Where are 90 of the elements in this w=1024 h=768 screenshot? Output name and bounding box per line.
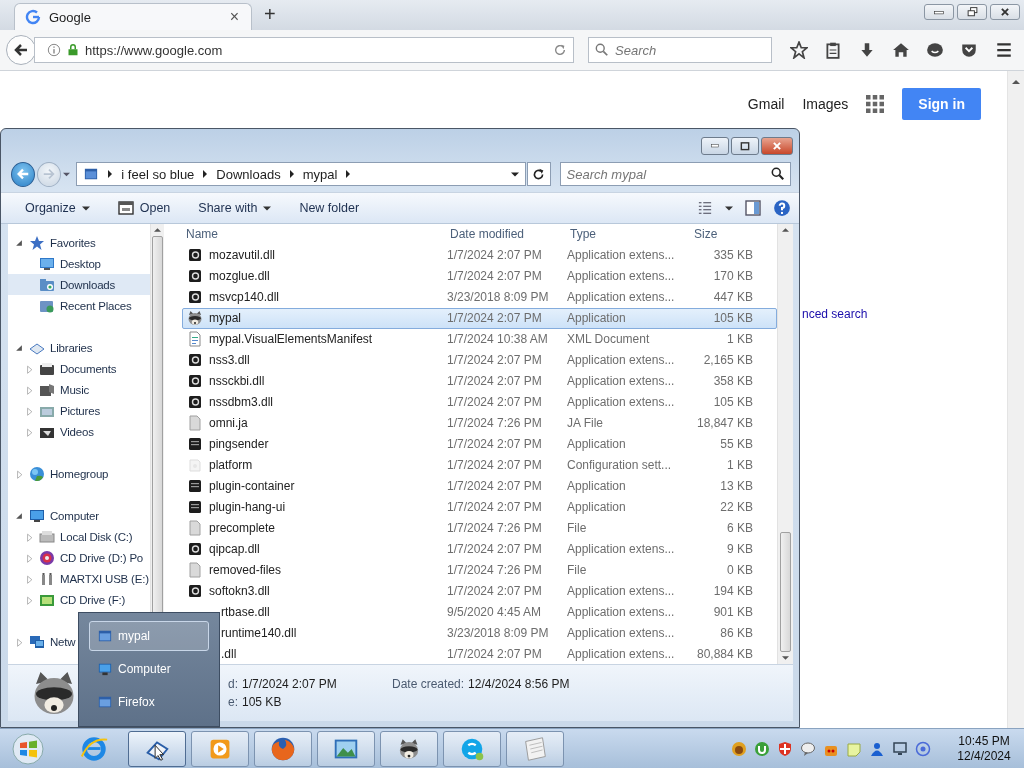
size-cell-text: 335 KB xyxy=(712,248,753,263)
date-cell-text: 1/7/2024 2:07 PM xyxy=(447,269,543,284)
type-cell-text: Application extens... xyxy=(567,374,676,389)
date-cell-text: 1/7/2024 7:26 PM xyxy=(447,562,543,577)
type-cell-text: Application xyxy=(567,499,627,514)
size-cell-text: 0 KB xyxy=(726,562,753,577)
size-cell-text: 1 KB xyxy=(726,457,753,472)
date-cell-text: 1/7/2024 7:26 PM xyxy=(447,520,543,535)
date-cell-text: 3/23/2018 8:09 PM xyxy=(447,290,550,305)
date-cell-text: 1/7/2024 2:07 PM xyxy=(447,437,543,451)
size-cell-text: 13 KB xyxy=(719,478,753,493)
size-cell-text: 105 KB xyxy=(712,311,753,326)
detail-label: Date created: xyxy=(392,677,465,691)
detail-value: 105 KB xyxy=(242,695,283,709)
file-name: softokn3.dll xyxy=(209,583,270,598)
type-cell-text: XML Document xyxy=(567,332,651,347)
size-cell-text: 6 KB xyxy=(726,520,753,535)
date-cell-text: 1/7/2024 2:07 PM xyxy=(447,583,543,598)
size-cell-text: 447 KB xyxy=(712,290,753,305)
type-cell-text: Application extens... xyxy=(567,646,676,661)
file-name: mozglue.dll xyxy=(209,269,270,284)
file-name: mypal xyxy=(209,311,241,326)
file-name: .dll xyxy=(221,646,237,661)
date-cell-text: 1/7/2024 2:07 PM xyxy=(447,311,543,326)
clock-time: 10:45 PM xyxy=(958,733,1010,749)
size-cell-text: 22 KB xyxy=(719,499,753,514)
file-name: omni.ja xyxy=(209,416,248,431)
file-name: msvcp140.dll xyxy=(209,290,280,305)
file-name: platform xyxy=(209,457,253,472)
file-name: precomplete xyxy=(209,520,276,535)
type-cell-text: Application extens... xyxy=(567,353,676,368)
file-name: nss3.dll xyxy=(209,353,250,368)
file-name: plugin-container xyxy=(209,478,295,493)
size-cell-text: 55 KB xyxy=(719,437,753,451)
size-cell-text: 18,847 KB xyxy=(695,416,753,431)
size-cell-text: 170 KB xyxy=(712,269,753,284)
type-cell-text: Configuration sett... xyxy=(567,457,673,472)
file-name: nssdbm3.dll xyxy=(209,395,274,410)
type-cell-text: File xyxy=(567,562,588,577)
date-cell-text: 1/7/2024 2:07 PM xyxy=(447,353,543,368)
detail-label: d: xyxy=(228,677,238,691)
file-name: mypal.VisualElementsManifest xyxy=(209,332,373,347)
file-name: runtime140.dll xyxy=(221,625,297,640)
size-cell-text: 9 KB xyxy=(726,541,753,556)
type-cell-text: Application extens... xyxy=(567,541,676,556)
date-cell-text: 1/7/2024 2:07 PM xyxy=(447,395,543,410)
detail-value: 1/7/2024 2:07 PM xyxy=(242,677,338,691)
date-cell-text: 1/7/2024 2:07 PM xyxy=(447,457,543,472)
type-cell-text: Application extens... xyxy=(567,248,676,263)
size-cell-text: 105 KB xyxy=(712,395,753,410)
clock-date: 12/4/2024 xyxy=(957,748,1011,764)
file-name: nssckbi.dll xyxy=(209,374,265,389)
size-cell-text: 2,165 KB xyxy=(702,353,753,368)
size-cell-text: 1 KB xyxy=(726,332,753,347)
type-cell-text: Application extens... xyxy=(567,583,676,598)
size-cell-text: 358 KB xyxy=(712,374,753,389)
date-cell-text: 1/7/2024 2:07 PM xyxy=(447,541,543,556)
size-cell-text: 901 KB xyxy=(712,604,753,619)
file-name: plugin-hang-ui xyxy=(209,499,286,514)
file-name: removed-files xyxy=(209,562,282,577)
date-cell-text: 3/23/2018 8:09 PM xyxy=(447,625,550,640)
detail-label: e: xyxy=(228,695,238,709)
type-cell-text: JA File xyxy=(567,416,604,431)
date-cell-text: 1/7/2024 2:07 PM xyxy=(447,478,543,493)
date-cell-text: 1/7/2024 7:26 PM xyxy=(447,416,543,431)
file-name: rtbase.dll xyxy=(221,604,270,619)
tab-title: Google xyxy=(49,9,92,25)
detail-value: 12/4/2024 8:56 PM xyxy=(468,677,570,691)
type-cell-text: Application extens... xyxy=(567,269,676,284)
type-cell-text: Application xyxy=(567,311,627,326)
type-cell-text: File xyxy=(567,520,588,535)
date-cell-text: 9/5/2020 4:45 AM xyxy=(447,604,543,619)
size-cell-text: 194 KB xyxy=(712,583,753,598)
date-cell-text: 1/7/2024 2:07 PM xyxy=(447,248,543,263)
url-text: https://www.google.com xyxy=(85,42,224,58)
size-cell-text: 80,884 KB xyxy=(695,646,753,661)
date-cell-text: 1/7/2024 2:07 PM xyxy=(447,499,543,514)
date-cell-text: 1/7/2024 10:38 AM xyxy=(447,332,549,347)
type-cell-text: Application xyxy=(567,437,627,451)
type-cell-text: Application extens... xyxy=(567,604,676,619)
type-cell-text: Application extens... xyxy=(567,625,676,640)
type-cell-text: Application extens... xyxy=(567,290,676,305)
file-name: pingsender xyxy=(209,437,269,451)
type-cell-text: Application xyxy=(567,478,627,493)
date-cell-text: 1/7/2024 2:07 PM xyxy=(447,374,543,389)
file-name: qipcap.dll xyxy=(209,541,260,556)
type-cell-text: Application extens... xyxy=(567,395,676,410)
size-cell-text: 86 KB xyxy=(719,625,753,640)
file-name: mozavutil.dll xyxy=(209,248,276,263)
date-cell-text: 1/7/2024 2:07 PM xyxy=(447,646,543,661)
